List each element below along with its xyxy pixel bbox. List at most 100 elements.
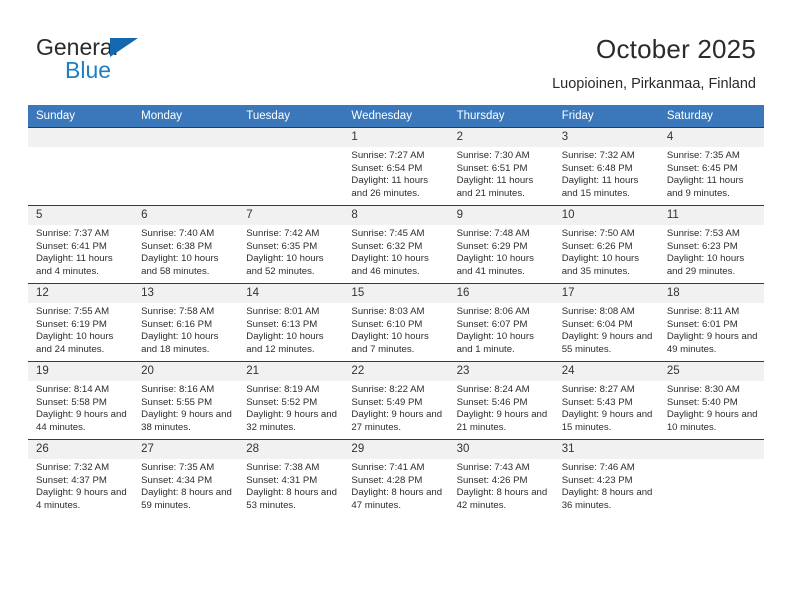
sunrise-text: Sunrise: 8:06 AM bbox=[456, 306, 530, 317]
day-number: 14 bbox=[238, 284, 344, 303]
sunset-text: Sunset: 6:54 PM bbox=[351, 162, 423, 174]
calendar-day-cell[interactable]: 24 Sunrise: 8:27 AM Sunset: 5:43 PM Dayligh… bbox=[553, 361, 659, 440]
calendar-day-cell[interactable]: 29 Sunrise: 7:41 AM Sunset: 4:28 PM Dayligh… bbox=[343, 439, 449, 517]
day-details: Sunrise: 7:35 AM Sunset: 6:45 PM Daylight:… bbox=[659, 147, 764, 200]
calendar-day-cell[interactable]: 20 Sunrise: 8:16 AM Sunset: 5:55 PM Dayligh… bbox=[133, 361, 239, 440]
calendar-day-cell[interactable]: 3 Sunrise: 7:32 AM Sunset: 6:48 PM Daylight… bbox=[553, 127, 659, 206]
day-details: Sunrise: 7:53 AM Sunset: 6:23 PM Daylight:… bbox=[659, 225, 764, 278]
calendar-day-cell[interactable]: 30 Sunrise: 7:43 AM Sunset: 4:26 PM Dayligh… bbox=[448, 439, 554, 517]
sunset-text: Sunset: 4:23 PM bbox=[561, 474, 633, 486]
calendar-day-cell[interactable]: 6 Sunrise: 7:40 AM Sunset: 6:38 PM Daylight… bbox=[133, 205, 239, 284]
calendar-day-cell[interactable]: 17 Sunrise: 8:08 AM Sunset: 6:04 PM Dayligh… bbox=[553, 283, 659, 362]
sunrise-text: Sunrise: 7:37 AM bbox=[36, 228, 110, 239]
calendar-day-cell[interactable]: 26 Sunrise: 7:32 AM Sunset: 4:37 PM Dayligh… bbox=[28, 439, 134, 517]
calendar-day-cell-empty bbox=[133, 127, 239, 206]
calendar-day-cell[interactable]: 22 Sunrise: 8:22 AM Sunset: 5:49 PM Dayligh… bbox=[343, 361, 449, 440]
calendar-day-cell[interactable]: 2 Sunrise: 7:30 AM Sunset: 6:51 PM Daylight… bbox=[448, 127, 554, 206]
day-number: 16 bbox=[448, 284, 554, 303]
sunrise-text: Sunrise: 8:16 AM bbox=[141, 384, 215, 395]
daylight-text: Daylight: 8 hours and 59 minutes. bbox=[141, 487, 232, 511]
general-blue-logo[interactable]: General Blue bbox=[36, 34, 216, 90]
weekday-header-thursday: Thursday bbox=[448, 105, 554, 128]
calendar-day-cell[interactable]: 10 Sunrise: 7:50 AM Sunset: 6:26 PM Dayligh… bbox=[553, 205, 659, 284]
weekday-header-tuesday: Tuesday bbox=[238, 105, 344, 128]
calendar-day-cell[interactable]: 21 Sunrise: 8:19 AM Sunset: 5:52 PM Dayligh… bbox=[238, 361, 344, 440]
sunset-text: Sunset: 6:32 PM bbox=[351, 240, 423, 252]
calendar-day-cell[interactable]: 15 Sunrise: 8:03 AM Sunset: 6:10 PM Dayligh… bbox=[343, 283, 449, 362]
sunset-text: Sunset: 6:19 PM bbox=[36, 318, 107, 330]
day-number: 15 bbox=[343, 284, 449, 303]
calendar-day-cell[interactable]: 27 Sunrise: 7:35 AM Sunset: 4:34 PM Dayligh… bbox=[133, 439, 239, 517]
sunrise-text: Sunrise: 7:30 AM bbox=[456, 150, 530, 161]
sunrise-text: Sunrise: 7:32 AM bbox=[36, 462, 110, 473]
day-number: 31 bbox=[553, 440, 659, 459]
day-number: 13 bbox=[133, 284, 239, 303]
day-details: Sunrise: 7:30 AM Sunset: 6:51 PM Daylight:… bbox=[449, 147, 554, 200]
calendar-day-cell[interactable]: 23 Sunrise: 8:24 AM Sunset: 5:46 PM Dayligh… bbox=[448, 361, 554, 440]
day-details: Sunrise: 7:32 AM Sunset: 6:48 PM Daylight:… bbox=[554, 147, 659, 200]
calendar-day-cell[interactable]: 31 Sunrise: 7:46 AM Sunset: 4:23 PM Dayligh… bbox=[553, 439, 659, 517]
sunset-text: Sunset: 5:55 PM bbox=[141, 396, 213, 408]
calendar-day-cell[interactable]: 8 Sunrise: 7:45 AM Sunset: 6:32 PM Daylight… bbox=[343, 205, 449, 284]
sunrise-text: Sunrise: 8:19 AM bbox=[246, 384, 320, 395]
sunset-text: Sunset: 5:43 PM bbox=[561, 396, 633, 408]
calendar-day-cell[interactable]: 9 Sunrise: 7:48 AM Sunset: 6:29 PM Daylight… bbox=[448, 205, 554, 284]
calendar-day-cell[interactable]: 18 Sunrise: 8:11 AM Sunset: 6:01 PM Dayligh… bbox=[658, 283, 764, 362]
day-number bbox=[238, 128, 344, 147]
daylight-text: Daylight: 9 hours and 4 minutes. bbox=[36, 487, 127, 511]
calendar-body: 1 Sunrise: 7:27 AM Sunset: 6:54 PM Daylight… bbox=[28, 127, 764, 517]
sunrise-sunset-calendar: Sunday Monday Tuesday Wednesday Thursday… bbox=[28, 105, 764, 517]
sunrise-text: Sunrise: 7:35 AM bbox=[666, 150, 740, 161]
day-details: Sunrise: 8:14 AM Sunset: 5:58 PM Daylight:… bbox=[28, 381, 133, 434]
day-details: Sunrise: 8:27 AM Sunset: 5:43 PM Daylight:… bbox=[554, 381, 659, 434]
calendar-day-cell[interactable]: 16 Sunrise: 8:06 AM Sunset: 6:07 PM Dayligh… bbox=[448, 283, 554, 362]
sunrise-text: Sunrise: 7:42 AM bbox=[246, 228, 320, 239]
calendar-day-cell[interactable]: 14 Sunrise: 8:01 AM Sunset: 6:13 PM Dayligh… bbox=[238, 283, 344, 362]
day-details: Sunrise: 8:16 AM Sunset: 5:55 PM Daylight:… bbox=[133, 381, 238, 434]
sunset-text: Sunset: 6:35 PM bbox=[246, 240, 318, 252]
page-title: October 2025 bbox=[596, 34, 756, 64]
day-number: 26 bbox=[28, 440, 134, 459]
day-number: 8 bbox=[343, 206, 449, 225]
daylight-text: Daylight: 9 hours and 32 minutes. bbox=[246, 409, 337, 433]
day-details: Sunrise: 7:35 AM Sunset: 4:34 PM Daylight:… bbox=[133, 459, 238, 512]
calendar-day-cell[interactable]: 5 Sunrise: 7:37 AM Sunset: 6:41 PM Daylight… bbox=[28, 205, 134, 284]
day-number: 2 bbox=[448, 128, 554, 147]
sunrise-text: Sunrise: 7:50 AM bbox=[561, 228, 635, 239]
calendar-week-row: 5 Sunrise: 7:37 AM Sunset: 6:41 PM Daylight… bbox=[28, 205, 764, 284]
calendar-day-cell[interactable]: 4 Sunrise: 7:35 AM Sunset: 6:45 PM Daylight… bbox=[658, 127, 764, 206]
day-details: Sunrise: 7:41 AM Sunset: 4:28 PM Daylight:… bbox=[343, 459, 448, 512]
daylight-text: Daylight: 9 hours and 44 minutes. bbox=[36, 409, 127, 433]
calendar-day-cell[interactable]: 7 Sunrise: 7:42 AM Sunset: 6:35 PM Daylight… bbox=[238, 205, 344, 284]
day-details: Sunrise: 7:37 AM Sunset: 6:41 PM Daylight:… bbox=[28, 225, 133, 278]
weekday-header-wednesday: Wednesday bbox=[343, 105, 449, 128]
day-number: 9 bbox=[448, 206, 554, 225]
daylight-text: Daylight: 11 hours and 9 minutes. bbox=[666, 175, 744, 199]
day-details: Sunrise: 7:42 AM Sunset: 6:35 PM Daylight:… bbox=[238, 225, 343, 278]
calendar-week-row: 19 Sunrise: 8:14 AM Sunset: 5:58 PM Dayligh… bbox=[28, 361, 764, 440]
sunset-text: Sunset: 4:26 PM bbox=[456, 474, 528, 486]
daylight-text: Daylight: 10 hours and 29 minutes. bbox=[666, 253, 745, 277]
day-number: 29 bbox=[343, 440, 449, 459]
calendar-day-cell[interactable]: 28 Sunrise: 7:38 AM Sunset: 4:31 PM Dayligh… bbox=[238, 439, 344, 517]
calendar-week-row: 12 Sunrise: 7:55 AM Sunset: 6:19 PM Dayligh… bbox=[28, 283, 764, 362]
day-details: Sunrise: 8:01 AM Sunset: 6:13 PM Daylight:… bbox=[238, 303, 343, 356]
calendar-day-cell[interactable]: 13 Sunrise: 7:58 AM Sunset: 6:16 PM Dayligh… bbox=[133, 283, 239, 362]
calendar-day-cell[interactable]: 12 Sunrise: 7:55 AM Sunset: 6:19 PM Dayligh… bbox=[28, 283, 134, 362]
calendar-day-cell-empty bbox=[28, 127, 134, 206]
day-number: 11 bbox=[658, 206, 764, 225]
calendar-day-cell[interactable]: 19 Sunrise: 8:14 AM Sunset: 5:58 PM Dayligh… bbox=[28, 361, 134, 440]
weekday-header-row: Sunday Monday Tuesday Wednesday Thursday… bbox=[28, 105, 764, 128]
sunset-text: Sunset: 6:48 PM bbox=[561, 162, 633, 174]
calendar-day-cell[interactable]: 11 Sunrise: 7:53 AM Sunset: 6:23 PM Dayligh… bbox=[658, 205, 764, 284]
day-details: Sunrise: 7:27 AM Sunset: 6:54 PM Daylight:… bbox=[343, 147, 448, 200]
calendar-day-cell[interactable]: 1 Sunrise: 7:27 AM Sunset: 6:54 PM Daylight… bbox=[343, 127, 449, 206]
triangle-icon bbox=[110, 38, 138, 57]
day-details: Sunrise: 8:06 AM Sunset: 6:07 PM Daylight:… bbox=[449, 303, 554, 356]
day-details: Sunrise: 7:50 AM Sunset: 6:26 PM Daylight:… bbox=[554, 225, 659, 278]
day-number: 30 bbox=[448, 440, 554, 459]
calendar-day-cell[interactable]: 25 Sunrise: 8:30 AM Sunset: 5:40 PM Dayligh… bbox=[658, 361, 764, 440]
sunrise-text: Sunrise: 8:27 AM bbox=[561, 384, 635, 395]
page-header: General Blue October 2025 Luopioinen, Pi… bbox=[0, 0, 792, 100]
daylight-text: Daylight: 9 hours and 15 minutes. bbox=[561, 409, 653, 433]
